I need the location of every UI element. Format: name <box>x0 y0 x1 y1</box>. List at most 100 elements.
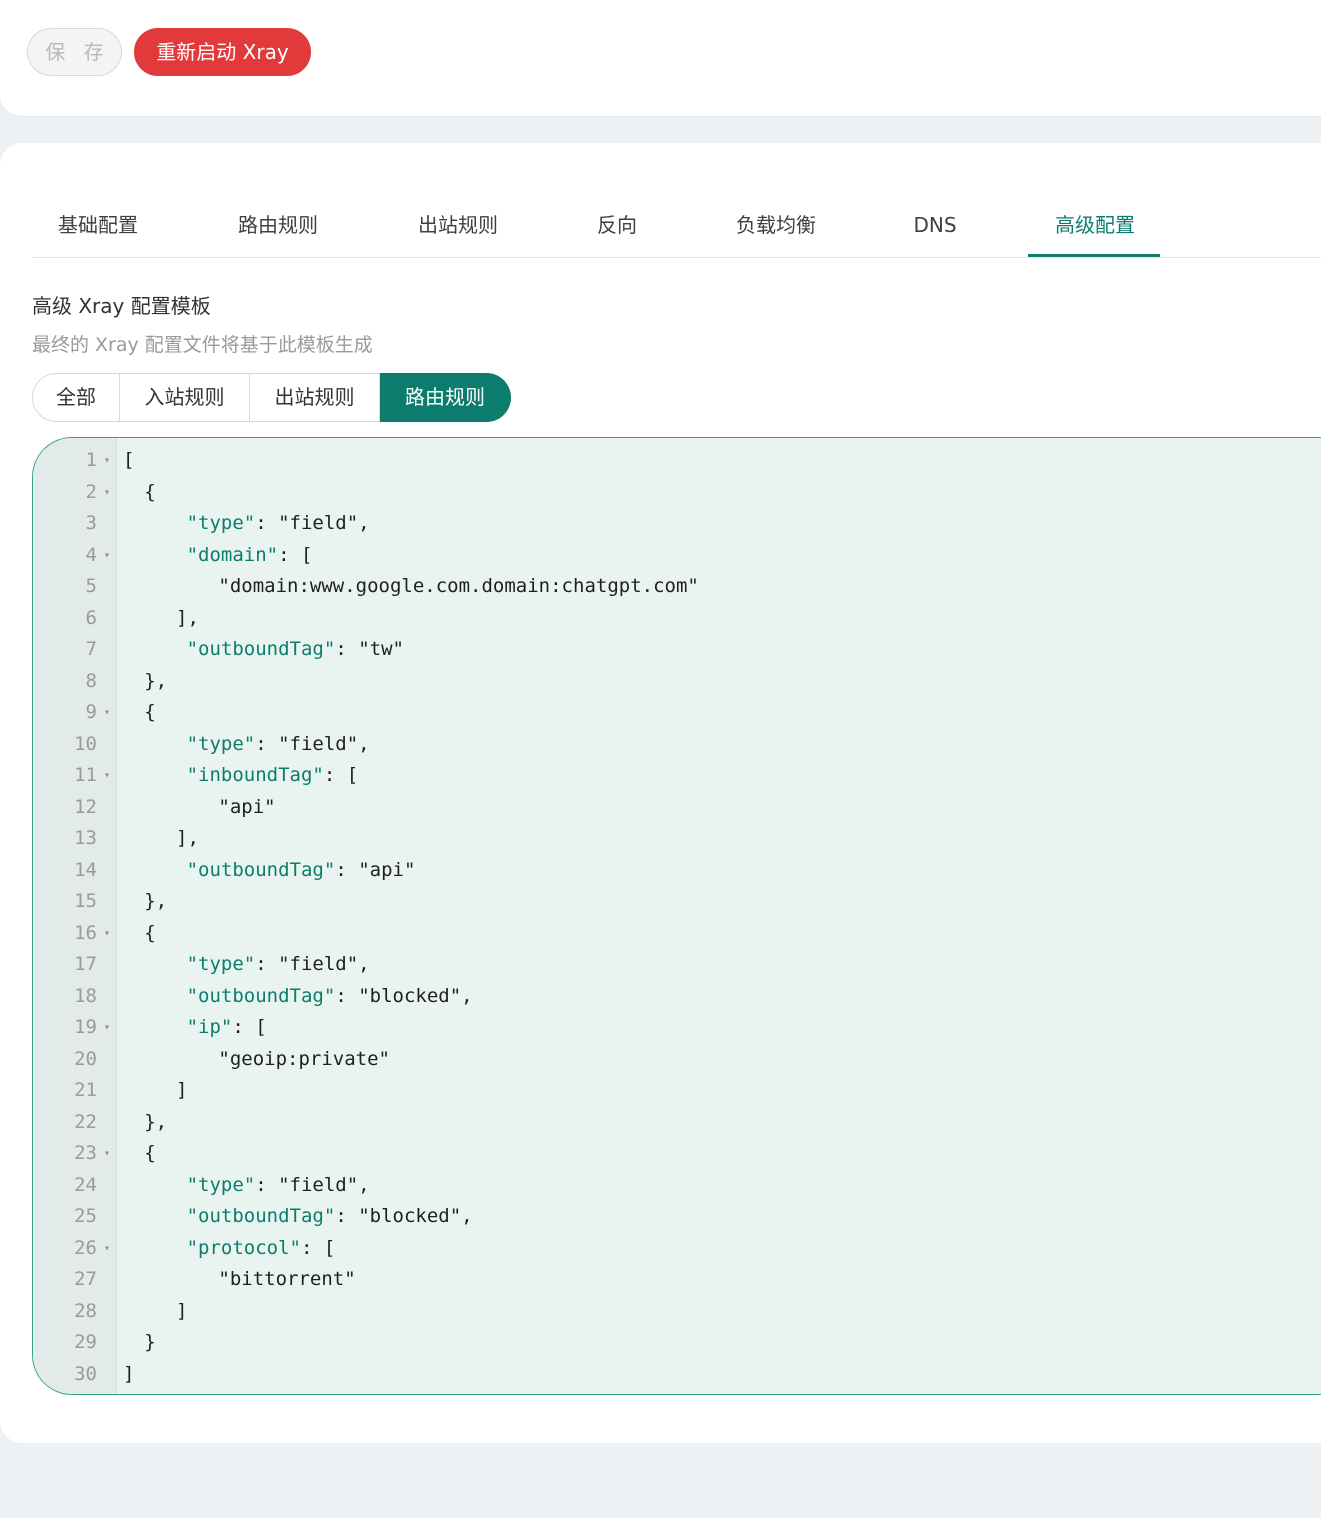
code-text: ] <box>123 1359 134 1391</box>
fold-toggle-icon[interactable]: ▾ <box>104 697 110 729</box>
json-key: "protocol" <box>186 1236 301 1259</box>
code-line: 24 "type": "field", <box>33 1170 1321 1202</box>
json-token: : "blocked", <box>335 1205 473 1227</box>
line-number: 30 <box>74 1362 97 1385</box>
code-line: 9 ▾ { <box>33 697 1321 729</box>
code-text: ], <box>176 823 199 855</box>
code-text: { <box>144 697 155 729</box>
code-line: 5 "domain:www.google.com.domain:chatgpt.c… <box>33 571 1321 603</box>
code-line: 10 "type": "field", <box>33 729 1321 761</box>
line-number: 7 <box>85 638 97 660</box>
code-text: "ip": [ <box>187 1012 267 1044</box>
json-key: "outboundTag" <box>186 638 336 660</box>
line-number: 12 <box>74 795 97 818</box>
line-number: 6 <box>85 606 97 629</box>
line-number: 27 <box>74 1268 97 1290</box>
code-text: "outboundTag": "blocked", <box>187 981 473 1013</box>
code-line: 13], <box>33 823 1321 855</box>
line-number: 29 <box>74 1331 97 1353</box>
line-number: 19 <box>74 1016 97 1038</box>
tab-advanced[interactable]: 高级配置 <box>1050 192 1140 257</box>
code-text: }, <box>144 1107 167 1139</box>
json-key: "ip" <box>186 1016 233 1038</box>
code-line: 27 "bittorrent" <box>33 1264 1321 1296</box>
code-line: 1 ▾ [ <box>33 445 1321 477</box>
section-description: 最终的 Xray 配置文件将基于此模板生成 <box>32 334 373 356</box>
line-number: 14 <box>74 858 97 881</box>
json-token: : [ <box>300 1236 336 1259</box>
code-line: 12 "api" <box>33 792 1321 824</box>
line-number: 9 <box>85 701 97 723</box>
code-text: }, <box>144 666 167 698</box>
fold-toggle-icon[interactable]: ▾ <box>104 918 110 950</box>
json-token: : "field", <box>255 732 370 755</box>
code-text: { <box>144 918 155 950</box>
json-key: "type" <box>186 732 256 755</box>
fold-toggle-icon[interactable]: ▾ <box>104 1138 110 1170</box>
segment-inbound[interactable]: 入站规则 <box>120 373 250 422</box>
code-text: "outboundTag": "tw" <box>187 634 404 666</box>
tab-dns[interactable]: DNS <box>913 192 957 257</box>
json-key: "type" <box>186 1173 256 1196</box>
code-text: "type": "field", <box>187 508 370 540</box>
code-text: "inboundTag": [ <box>187 760 359 792</box>
segment-routing[interactable]: 路由规则 <box>380 373 511 422</box>
line-number: 4 <box>85 543 97 566</box>
code-line: 14 "outboundTag": "api" <box>33 855 1321 887</box>
segment-outbound[interactable]: 出站规则 <box>250 373 380 422</box>
restart-xray-button[interactable]: 重新启动 Xray <box>134 28 311 76</box>
json-token: { <box>144 701 156 723</box>
json-code-editor[interactable]: 1 ▾[2 ▾{3 "type": "field", 4 ▾ "domain": [5 "do… <box>32 437 1321 1395</box>
code-line: 21] <box>33 1075 1321 1107</box>
code-line: 16 ▾ { <box>33 918 1321 950</box>
json-token: ] <box>123 1362 135 1385</box>
code-text: "type": "field", <box>187 729 370 761</box>
code-text: }, <box>144 886 167 918</box>
fold-toggle-icon[interactable]: ▾ <box>104 1012 110 1044</box>
tab-basic[interactable]: 基础配置 <box>56 192 140 257</box>
fold-toggle-icon[interactable]: ▾ <box>104 1233 110 1265</box>
json-token: }, <box>144 1110 168 1133</box>
code-text: { <box>144 477 155 509</box>
save-button[interactable]: 保 存 <box>27 28 122 76</box>
code-line: 25 "outboundTag": "blocked", <box>33 1201 1321 1233</box>
json-token: : "blocked", <box>335 984 473 1007</box>
line-number: 24 <box>74 1173 97 1196</box>
fold-toggle-icon[interactable]: ▾ <box>104 477 110 509</box>
line-number: 20 <box>74 1047 97 1070</box>
json-token: : "field", <box>255 512 370 534</box>
tab-balancer[interactable]: 负载均衡 <box>733 192 819 257</box>
code-line: 17 "type": "field", <box>33 949 1321 981</box>
code-line: 11 ▾ "inboundTag": [ <box>33 760 1321 792</box>
line-number: 13 <box>74 827 97 849</box>
fold-toggle-icon[interactable]: ▾ <box>104 760 110 792</box>
code-text: ], <box>176 603 199 635</box>
tab-outbound[interactable]: 出站规则 <box>416 192 500 257</box>
line-number: 5 <box>85 575 97 597</box>
toolbar-card: 保 存 重新启动 Xray <box>0 0 1321 117</box>
segment-all[interactable]: 全部 <box>32 373 120 422</box>
code-text: ] <box>176 1296 187 1328</box>
json-token: }, <box>144 890 168 912</box>
json-key: "outboundTag" <box>186 858 336 881</box>
tab-routing[interactable]: 路由规则 <box>236 192 320 257</box>
tab-reverse[interactable]: 反向 <box>595 192 639 257</box>
line-number: 22 <box>74 1110 97 1133</box>
json-token: : [ <box>323 764 359 786</box>
code-text: "type": "field", <box>187 1170 370 1202</box>
fold-toggle-icon[interactable]: ▾ <box>104 445 110 477</box>
json-token: { <box>144 921 156 944</box>
fold-toggle-icon[interactable]: ▾ <box>104 540 110 572</box>
line-number: 26 <box>74 1236 97 1259</box>
line-number: 21 <box>74 1079 97 1101</box>
code-text: "protocol": [ <box>187 1233 336 1265</box>
line-number: 1 <box>85 449 97 471</box>
json-token: "bittorrent" <box>218 1268 356 1290</box>
code-line: 15}, <box>33 886 1321 918</box>
code-line: 18 "outboundTag": "blocked", <box>33 981 1321 1013</box>
json-token: { <box>144 1142 156 1164</box>
line-number: 25 <box>74 1205 97 1227</box>
code-text: "bittorrent" <box>218 1264 355 1296</box>
code-text: "outboundTag": "api" <box>187 855 416 887</box>
json-key: "type" <box>186 953 256 975</box>
